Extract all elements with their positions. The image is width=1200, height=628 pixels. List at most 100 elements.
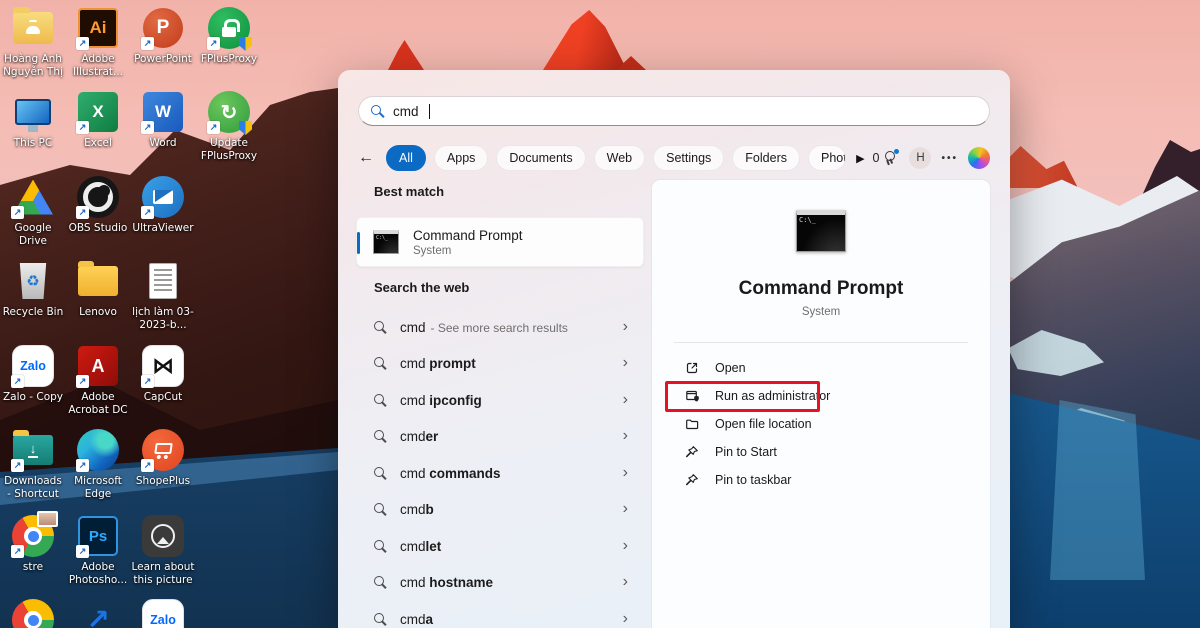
search-icon [374, 467, 386, 479]
desktop-icon-schedule-document[interactable]: lịch làm 03-2023-b... [131, 259, 195, 332]
desktop-icon-label: UltraViewer [132, 222, 193, 235]
search-query-text: cmd [393, 104, 419, 119]
search-icon [374, 540, 386, 552]
best-match-result[interactable]: Command Prompt System [356, 217, 644, 267]
web-suggestion-row[interactable]: cmd hostname › [358, 564, 630, 600]
command-prompt-icon [796, 210, 846, 252]
search-icon [374, 394, 386, 406]
tab-documents[interactable]: Documents [496, 145, 585, 171]
desktop-icon-obs-studio[interactable]: ↗ OBS Studio [66, 175, 130, 235]
desktop-icon-edge[interactable]: ↗ Microsoft Edge [66, 428, 130, 501]
web-suggestion-row[interactable]: cmdlet › [358, 528, 630, 564]
tab-apps[interactable]: Apps [434, 145, 489, 171]
zalo-icon: Zalo↗ [11, 344, 55, 388]
desktop-icon-lenovo-folder[interactable]: Lenovo [66, 259, 130, 319]
desktop-icon-label: Adobe Photosho... [66, 561, 130, 587]
action-open[interactable]: Open [668, 354, 974, 382]
search-icon [374, 613, 386, 625]
desktop-icon-fplusproxy[interactable]: ↗ FPlusProxy [197, 6, 261, 66]
web-suggestion-row[interactable]: cmd commands › [358, 455, 630, 491]
desktop-icon-chrome[interactable] [1, 598, 65, 628]
desktop-icon-excel[interactable]: X↗ Excel [66, 90, 130, 150]
action-pin-to-start[interactable]: Pin to Start [668, 438, 974, 466]
notification-dot [894, 149, 899, 154]
chevron-right-icon: › [623, 611, 630, 627]
open-icon [684, 360, 700, 376]
desktop-icon-label: Adobe Illustrat... [66, 53, 130, 79]
desktop-icon-label: stre [23, 561, 43, 574]
desktop-icon-label: OBS Studio [69, 222, 128, 235]
back-arrow-icon[interactable]: ← [358, 149, 378, 167]
best-match-header: Best match [374, 184, 444, 199]
excel-icon: X↗ [76, 90, 120, 134]
divider [674, 342, 968, 343]
shortcut-arrow-icon: ↗ [11, 545, 24, 558]
shortcut-arrow-icon: ↗ [76, 121, 89, 134]
wallpaper-water-glint [1050, 400, 1145, 580]
desktop-icon-powerpoint[interactable]: P↗ PowerPoint [131, 6, 195, 66]
command-prompt-icon [373, 230, 399, 254]
rewards-count: 0 [873, 151, 880, 165]
monitor-icon [11, 90, 55, 134]
shortcut-arrow-icon: ↗ [141, 206, 154, 219]
tab-photos[interactable]: Photos [808, 145, 846, 171]
web-suggestion-row[interactable]: cmdb › [358, 491, 630, 527]
action-open-file-location[interactable]: Open file location [668, 410, 974, 438]
copilot-icon[interactable] [968, 147, 990, 169]
windows-search-panel: cmd ← All Apps Documents Web Settings Fo… [338, 70, 1010, 628]
desktop-icon-label: Excel [84, 137, 112, 150]
update-icon: ↻↗ [207, 90, 251, 134]
desktop-icon-stre[interactable]: ↗ stre [1, 514, 65, 574]
illustrator-icon: Ai↗ [76, 6, 120, 50]
user-folder-icon [11, 6, 55, 50]
web-suggestion-row[interactable]: cmda › [358, 601, 630, 628]
chevron-right-icon: › [623, 538, 630, 554]
tab-settings[interactable]: Settings [653, 145, 724, 171]
more-options-icon[interactable]: ••• [941, 153, 958, 164]
rewards-badge[interactable]: 0 [873, 151, 898, 165]
zalo-icon: Zalo [141, 598, 185, 628]
powerpoint-icon: P↗ [141, 6, 185, 50]
desktop-icon-label: This PC [14, 137, 52, 150]
folder-icon [684, 416, 700, 432]
shortcut-arrow-icon: ↗ [76, 375, 89, 388]
desktop-icon-word[interactable]: W↗ Word [131, 90, 195, 150]
desktop-icon-this-pc[interactable]: This PC [1, 90, 65, 150]
desktop-icon-update-fplusproxy[interactable]: ↻↗ Update FPlusProxy [197, 90, 261, 163]
shortcut-arrow-icon: ↗ [11, 375, 24, 388]
desktop-icon-label: Lenovo [79, 306, 117, 319]
chevron-right-icon: › [623, 501, 630, 517]
desktop-icon-label: Downloads - Shortcut [1, 475, 65, 501]
desktop-icon-learn-about-picture[interactable]: Learn about this picture [131, 514, 195, 587]
acrobat-icon: A↗ [76, 344, 120, 388]
desktop-icon-shopeplus[interactable]: ↗ ShopePlus [131, 428, 195, 488]
tab-folders[interactable]: Folders [732, 145, 800, 171]
desktop-icon-zalo-copy[interactable]: Zalo↗ Zalo - Copy [1, 344, 65, 404]
action-run-as-administrator[interactable]: Run as administrator [668, 382, 974, 410]
desktop-icon-user-folder[interactable]: Hoàng Anh Nguyễn Thị [1, 6, 65, 79]
desktop-icon-chart-app[interactable]: ↗↗ [66, 598, 130, 628]
desktop-icon-capcut[interactable]: ⋈↗ CapCut [131, 344, 195, 404]
web-suggestion-row[interactable]: cmd- See more search results › [358, 309, 630, 345]
desktop-icon-zalo[interactable]: Zalo [131, 598, 195, 628]
desktop-icon-label: Update FPlusProxy [197, 137, 261, 163]
photoshop-icon: Ps↗ [76, 514, 120, 558]
desktop-icon-ultraviewer[interactable]: ↗ UltraViewer [131, 175, 195, 235]
web-suggestion-row[interactable]: cmd prompt › [358, 345, 630, 381]
web-suggestion-row[interactable]: cmd ipconfig › [358, 382, 630, 418]
desktop-icon-acrobat[interactable]: A↗ Adobe Acrobat DC [66, 344, 130, 417]
desktop-icon-google-drive[interactable]: ↗ Google Drive [1, 175, 65, 248]
desktop-icon-photoshop[interactable]: Ps↗ Adobe Photosho... [66, 514, 130, 587]
google-drive-icon: ↗ [11, 175, 55, 219]
desktop-icon-recycle-bin[interactable]: ♻ Recycle Bin [1, 259, 65, 319]
chevron-right-icon: › [623, 319, 630, 335]
tab-web[interactable]: Web [594, 145, 645, 171]
tab-all[interactable]: All [386, 145, 426, 171]
action-pin-to-taskbar[interactable]: Pin to taskbar [668, 466, 974, 494]
search-input[interactable]: cmd [358, 96, 990, 126]
more-filters-icon[interactable]: ▶ [856, 152, 864, 165]
desktop-icon-downloads-shortcut[interactable]: ↓↗ Downloads - Shortcut [1, 428, 65, 501]
avatar[interactable]: H [909, 147, 931, 169]
web-suggestion-row[interactable]: cmder › [358, 418, 630, 454]
desktop-icon-illustrator[interactable]: Ai↗ Adobe Illustrat... [66, 6, 130, 79]
